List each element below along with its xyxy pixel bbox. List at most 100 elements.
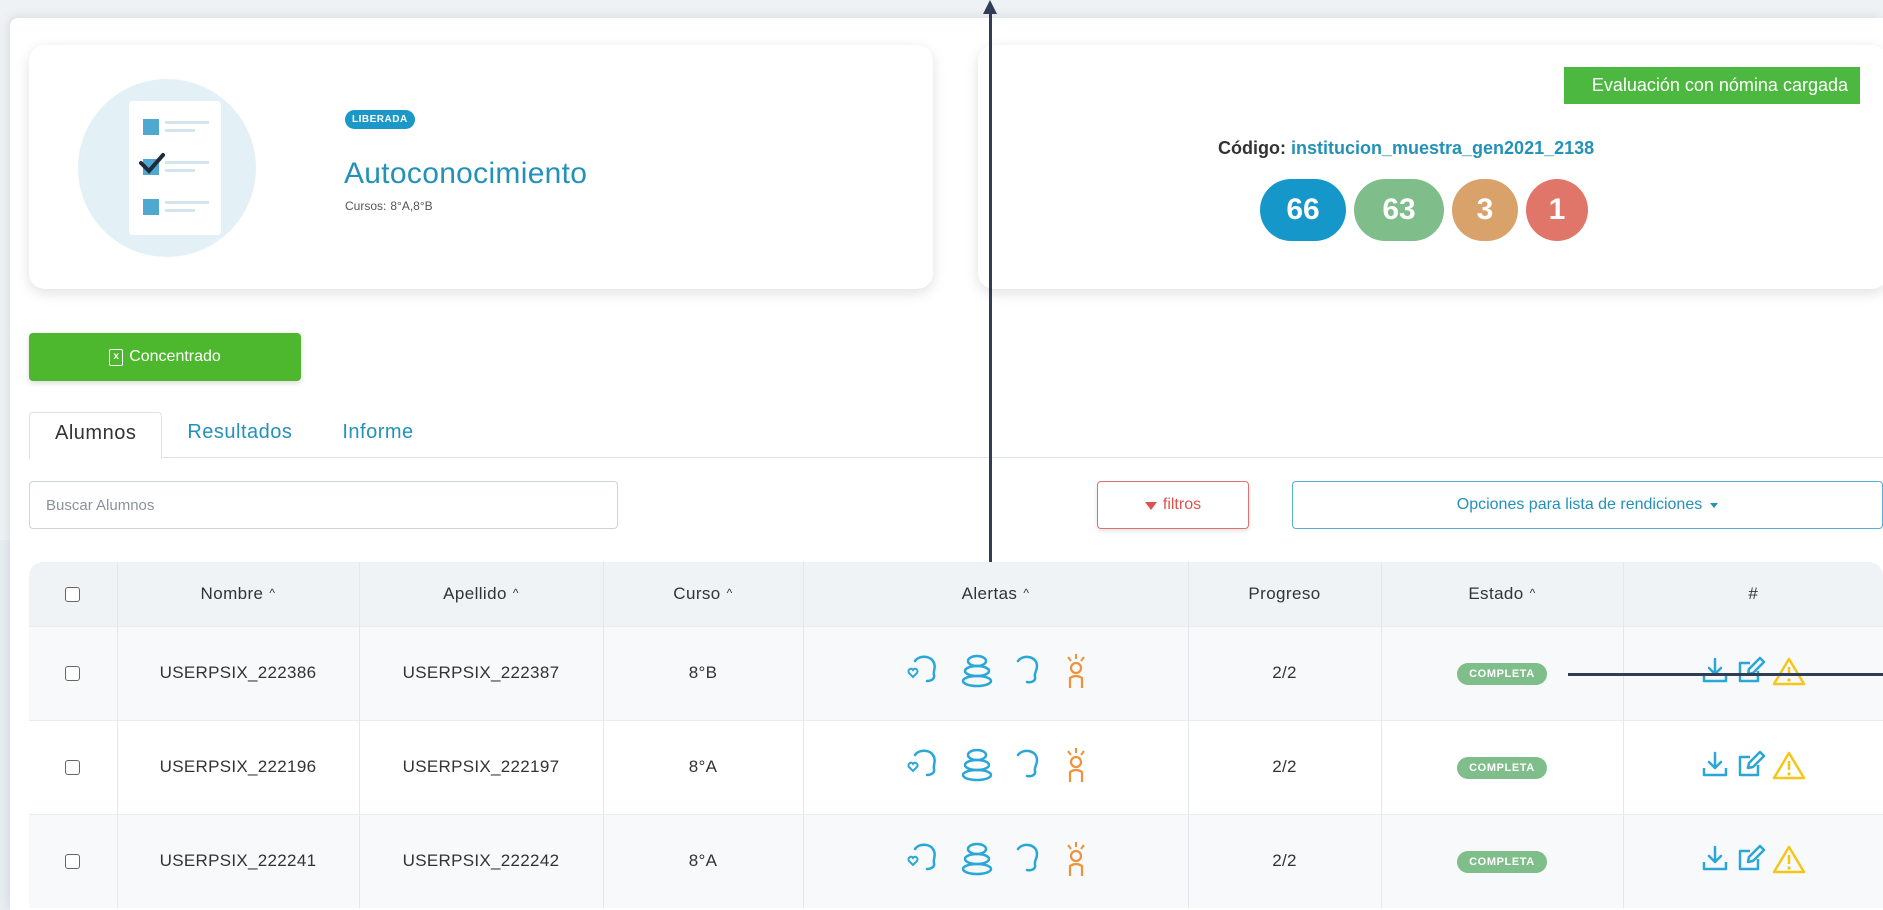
edit-icon[interactable] — [1736, 656, 1766, 686]
header-nombre-label: Nombre — [200, 583, 264, 603]
count-circles: 66 63 3 1 — [1260, 179, 1588, 241]
cell-apellido: USERPSIX_222197 — [358, 719, 603, 814]
header-alertas-label: Alertas — [961, 583, 1018, 603]
head-heart-icon[interactable] — [901, 653, 941, 689]
tab-informe[interactable]: Informe — [317, 412, 438, 458]
header-apellido-label: Apellido — [443, 583, 507, 603]
estado-badge: COMPLETA — [1457, 850, 1547, 873]
tab-resultados[interactable]: Resultados — [162, 412, 317, 458]
cell-acciones — [1622, 813, 1883, 908]
stacked-stones-icon[interactable] — [959, 841, 995, 877]
stacked-stones-icon[interactable] — [959, 653, 995, 689]
evaluation-card: LIBERADA Autoconocimiento Cursos: 8°A,8°B — [29, 45, 933, 289]
sort-up-icon: ^ — [269, 585, 276, 600]
row-select-cell — [29, 625, 117, 720]
download-icon[interactable] — [1700, 844, 1730, 874]
checklist-illustration-icon — [78, 79, 256, 257]
annotation-vertical-line — [989, 12, 992, 562]
evaluation-courses: Cursos: 8°A,8°B — [345, 199, 433, 213]
row-checkbox[interactable] — [65, 666, 81, 682]
header-apellido[interactable]: Apellido ^ — [358, 562, 603, 626]
head-heart-icon[interactable] — [901, 747, 941, 783]
row-checkbox[interactable] — [65, 854, 81, 870]
head-profile-icon[interactable] — [1013, 747, 1043, 783]
cell-alertas — [802, 719, 1188, 814]
person-alert-icon[interactable] — [1061, 746, 1091, 784]
person-alert-icon[interactable] — [1061, 652, 1091, 690]
header-alertas[interactable]: Alertas ^ — [802, 562, 1188, 626]
cell-apellido: USERPSIX_222387 — [358, 625, 603, 720]
person-alert-icon[interactable] — [1061, 840, 1091, 878]
status-badge: LIBERADA — [345, 110, 415, 129]
sort-up-icon: ^ — [726, 585, 733, 600]
row-select-cell — [29, 719, 117, 814]
codigo-value: institucion_muestra_gen2021_2138 — [1291, 138, 1595, 158]
cursos-value: 8°A,8°B — [390, 199, 433, 213]
cell-curso: 8°A — [602, 813, 803, 908]
nomina-banner: Evaluación con nómina cargada — [1563, 67, 1860, 104]
warning-icon[interactable] — [1772, 844, 1806, 874]
head-profile-icon[interactable] — [1013, 841, 1043, 877]
concentrado-label: Concentrado — [129, 348, 221, 365]
search-input[interactable] — [29, 481, 618, 529]
stacked-stones-icon[interactable] — [959, 747, 995, 783]
cell-nombre: USERPSIX_222196 — [116, 719, 359, 814]
summary-card: Evaluación con nómina cargada Código: in… — [978, 45, 1883, 289]
header-curso-label: Curso — [673, 583, 721, 603]
concentrado-button[interactable]: x Concentrado — [29, 333, 301, 381]
filtros-button[interactable]: filtros — [1097, 481, 1249, 529]
table-row: USERPSIX_222196 USERPSIX_222197 8°A 2/2 … — [29, 719, 1883, 814]
cell-apellido: USERPSIX_222242 — [358, 813, 603, 908]
download-icon[interactable] — [1700, 750, 1730, 780]
evaluation-title: Autoconocimiento — [344, 157, 588, 190]
select-all-cell — [29, 562, 117, 626]
codigo-label: Código: — [1218, 138, 1286, 158]
cell-acciones — [1622, 719, 1883, 814]
cell-alertas — [802, 813, 1188, 908]
head-profile-icon[interactable] — [1013, 653, 1043, 689]
header-estado[interactable]: Estado ^ — [1380, 562, 1623, 626]
edit-icon[interactable] — [1736, 750, 1766, 780]
excel-file-icon: x — [109, 348, 124, 366]
row-checkbox[interactable] — [65, 760, 81, 776]
header-acciones: # — [1622, 562, 1883, 626]
sort-up-icon: ^ — [1529, 585, 1536, 600]
cell-curso: 8°B — [602, 625, 803, 720]
annotation-horizontal-line — [1568, 673, 1883, 676]
cursos-label: Cursos: — [345, 199, 387, 213]
count-completed: 63 — [1354, 179, 1444, 241]
evaluation-code: Código: institucion_muestra_gen2021_2138 — [1218, 138, 1594, 159]
cell-curso: 8°A — [602, 719, 803, 814]
estado-badge: COMPLETA — [1457, 662, 1547, 685]
download-icon[interactable] — [1700, 656, 1730, 686]
table-header-row: Nombre ^ Apellido ^ Curso ^ Alertas ^ Progre… — [29, 562, 1883, 626]
header-progreso: Progreso — [1187, 562, 1381, 626]
annotation-arrow-head — [983, 0, 997, 14]
table-row: USERPSIX_222241 USERPSIX_222242 8°A 2/2 … — [29, 813, 1883, 908]
sort-up-icon: ^ — [512, 585, 519, 600]
opciones-dropdown[interactable]: Opciones para lista de rendiciones — [1292, 481, 1883, 529]
select-all-checkbox[interactable] — [65, 586, 81, 602]
estado-badge: COMPLETA — [1457, 756, 1547, 779]
warning-icon[interactable] — [1772, 656, 1806, 686]
cell-progreso: 2/2 — [1187, 813, 1381, 908]
caret-down-icon — [1710, 502, 1719, 508]
header-acciones-label: # — [1748, 583, 1759, 603]
header-curso[interactable]: Curso ^ — [602, 562, 803, 626]
filter-funnel-icon — [1144, 502, 1157, 510]
edit-icon[interactable] — [1736, 844, 1766, 874]
header-progreso-label: Progreso — [1248, 583, 1321, 603]
cell-estado: COMPLETA — [1380, 813, 1623, 908]
count-in-progress: 3 — [1452, 179, 1518, 241]
filtros-label: filtros — [1162, 496, 1202, 513]
opciones-label: Opciones para lista de rendiciones — [1456, 496, 1703, 513]
head-heart-icon[interactable] — [901, 841, 941, 877]
tab-alumnos[interactable]: Alumnos — [29, 412, 163, 459]
cell-estado: COMPLETA — [1380, 719, 1623, 814]
header-estado-label: Estado — [1468, 583, 1524, 603]
header-nombre[interactable]: Nombre ^ — [116, 562, 359, 626]
students-table: Nombre ^ Apellido ^ Curso ^ Alertas ^ Progre… — [29, 562, 1883, 910]
cell-nombre: USERPSIX_222386 — [116, 625, 359, 720]
warning-icon[interactable] — [1772, 750, 1806, 780]
cell-progreso: 2/2 — [1187, 625, 1381, 720]
